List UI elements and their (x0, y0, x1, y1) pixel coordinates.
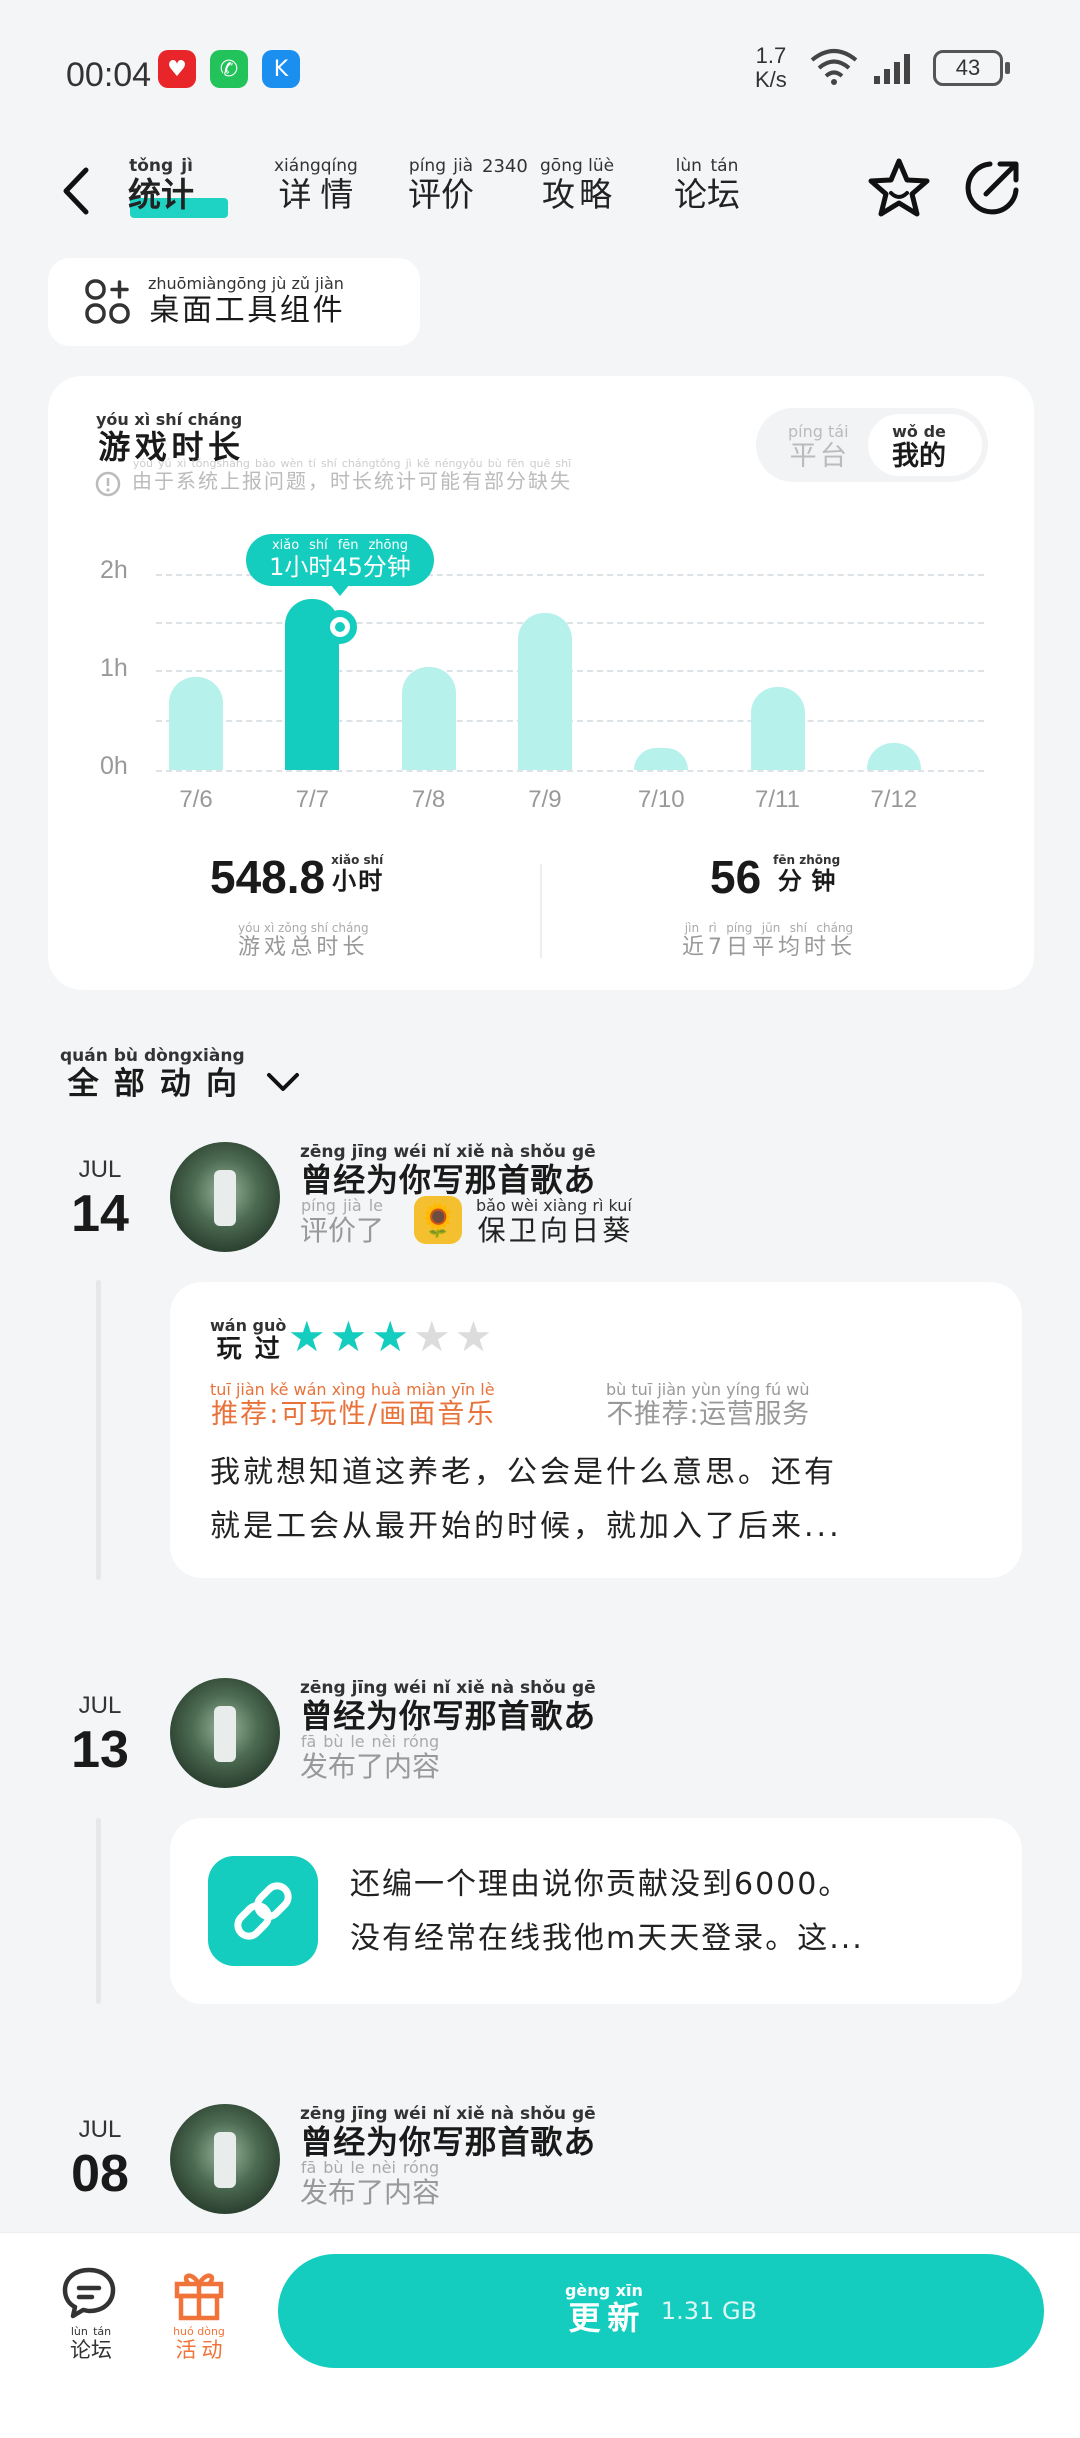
link-icon (208, 1856, 318, 1966)
avatar[interactable] (170, 1142, 280, 1252)
forum-chat-icon (62, 2267, 116, 2319)
total-playtime: 548.8 小时xiǎo shí (210, 850, 383, 904)
selected-bar-marker (323, 610, 357, 644)
tab-details[interactable]: 详情xiángqíng (274, 156, 358, 216)
feed-game-name[interactable]: 保卫向日葵bǎo wèi xiàng rì kuí (476, 1196, 632, 1249)
segment-mine[interactable]: 我的wǒ de (892, 422, 946, 473)
bottom-forum-button[interactable]: 论坛lùn tán (56, 2264, 126, 2364)
chevron-down-icon (266, 1073, 299, 1091)
feed-filter-dropdown[interactable]: 全部动向quán bù dòngxiàng (60, 1046, 301, 1103)
share-icon[interactable] (960, 156, 1024, 220)
star-empty-icon: ★ (412, 1312, 451, 1361)
feed-day: 14 (71, 1185, 129, 1243)
favorite-star-icon[interactable] (866, 156, 932, 220)
x-tick-label: 7/6 (179, 786, 213, 813)
x-tick-label: 7/10 (637, 786, 685, 813)
x-tick-label: 7/9 (528, 786, 562, 813)
x-tick-label: 7/7 (295, 786, 329, 813)
timeline-line (96, 1818, 101, 2004)
desktop-widget-button[interactable]: 桌面工具组件zhuōmiàngōng jù zǔ jiàn (48, 258, 420, 346)
feed-username[interactable]: 曾经为你写那首歌あzēng jīng wéi nǐ xiě nà shǒu gē (300, 1142, 596, 1201)
feed-day: 13 (71, 1721, 129, 1779)
tab-guides[interactable]: 攻略gōng lüè (540, 156, 614, 216)
review-text: 我就想知道这养老，公会是什么意思。还有 就是工会从最开始的时候，就加入了后来... (210, 1455, 842, 1544)
grid-line (156, 622, 984, 624)
feed-action: 评价了píng jià le (300, 1196, 385, 1247)
selected-bar-tooltip: 1小时45分钟xiǎo shí fēn zhōng (246, 534, 434, 596)
rating-stars: ★ ★ ★ ★ ★ (288, 1312, 492, 1361)
chart-bar-7-6[interactable] (169, 676, 223, 770)
feed-month: JUL (78, 1156, 122, 1183)
y-tick-label: 1h (100, 654, 128, 682)
network-speed: 1.7 K/s (755, 43, 787, 92)
update-size: 1.31 GB (660, 2297, 758, 2325)
star-filled-icon: ★ (329, 1312, 368, 1361)
back-icon[interactable] (58, 164, 94, 218)
widget-grid-icon (85, 279, 130, 324)
battery-indicator: 43 (933, 50, 1010, 86)
y-tick-label: 2h (100, 556, 128, 584)
divider (540, 864, 542, 958)
feed-action: 发布了内容fā bù le nèi róng (300, 2158, 441, 2209)
avatar[interactable] (170, 2104, 280, 2214)
playtime-note: 由于系统上报问题，时长统计可能有部分缺失yóu yú xì tǒngshàng … (132, 457, 572, 493)
game-sunflower-icon[interactable]: 🌻 (414, 1196, 462, 1244)
info-icon (95, 471, 121, 497)
average-playtime-unit: 分钟fēn zhōng (773, 853, 841, 895)
tab-forum[interactable]: 论坛lùn tán (674, 156, 740, 216)
played-label: 玩过wán guò (210, 1316, 287, 1363)
not-recommend-tags: 不推荐:运营服务bù tuī jiàn yùn yíng fú wù (606, 1380, 810, 1430)
notification-app-icon: ♥ (158, 50, 196, 88)
wechat-icon: ✆ (210, 50, 248, 88)
segment-platform[interactable]: 平台píng tái (788, 422, 849, 473)
total-playtime-unit: 小时xiǎo shí (331, 853, 384, 895)
app-notification-icon: K (262, 50, 300, 88)
feed-month: JUL (78, 1692, 122, 1719)
total-playtime-value: 548.8 (210, 851, 326, 903)
tab-stats[interactable]: 统计tǒng jì (128, 156, 194, 216)
status-time: 00:04 (66, 56, 152, 94)
tab-reviews[interactable]: 评价píng jià (408, 156, 474, 216)
x-tick-label: 7/11 (755, 786, 800, 813)
average-playtime-label: 近7日平均时长jìn rì píng jūn shí cháng (682, 921, 856, 960)
average-playtime-value: 56 (710, 851, 762, 903)
timeline-line (96, 1280, 101, 1580)
reviews-count: 2340 (482, 156, 528, 177)
feed-username[interactable]: 曾经为你写那首歌あzēng jīng wéi nǐ xiě nà shǒu gē (300, 2104, 596, 2163)
widget-label: 桌面工具组件zhuōmiàngōng jù zǔ jiàn (148, 273, 344, 328)
star-filled-icon: ★ (371, 1312, 409, 1361)
bottom-activity-button[interactable]: 活动huó dòng (164, 2264, 234, 2364)
recommend-tags: 推荐:可玩性/画面音乐tuī jiàn kě wán xìng huà miàn… (210, 1380, 495, 1430)
post-text: 还编一个理由说你贡献没到6000。 没有经常在线我他m天天登录。这... (350, 1867, 864, 1956)
feed-username[interactable]: 曾经为你写那首歌あzēng jīng wéi nǐ xiě nà shǒu gē (300, 1678, 596, 1737)
chart-bar-7-11[interactable] (750, 686, 805, 770)
total-playtime-label: 游戏总时长yóu xì zǒng shí cháng (238, 921, 369, 960)
feed-day: 08 (71, 2145, 129, 2203)
y-tick-label: 0h (100, 752, 128, 780)
grid-line-0h (156, 770, 984, 772)
chart-bar-7-8[interactable] (401, 667, 456, 770)
average-playtime: 56 分钟fēn zhōng (710, 850, 840, 904)
x-tick-label: 7/12 (870, 786, 918, 813)
star-empty-icon: ★ (454, 1312, 493, 1361)
x-tick-label: 7/8 (411, 786, 446, 813)
feed-month: JUL (78, 2116, 122, 2143)
avatar[interactable] (170, 1678, 280, 1788)
gift-icon (174, 2273, 224, 2321)
feed-action: 发布了内容fā bù le nèi róng (300, 1732, 441, 1783)
wifi-icon (810, 49, 858, 85)
chart-bar-7-9[interactable] (517, 613, 572, 770)
signal-icon (874, 54, 910, 84)
update-button[interactable]: 更新gèng xīn 1.31 GB (278, 2254, 1044, 2368)
star-filled-icon: ★ (288, 1312, 326, 1361)
